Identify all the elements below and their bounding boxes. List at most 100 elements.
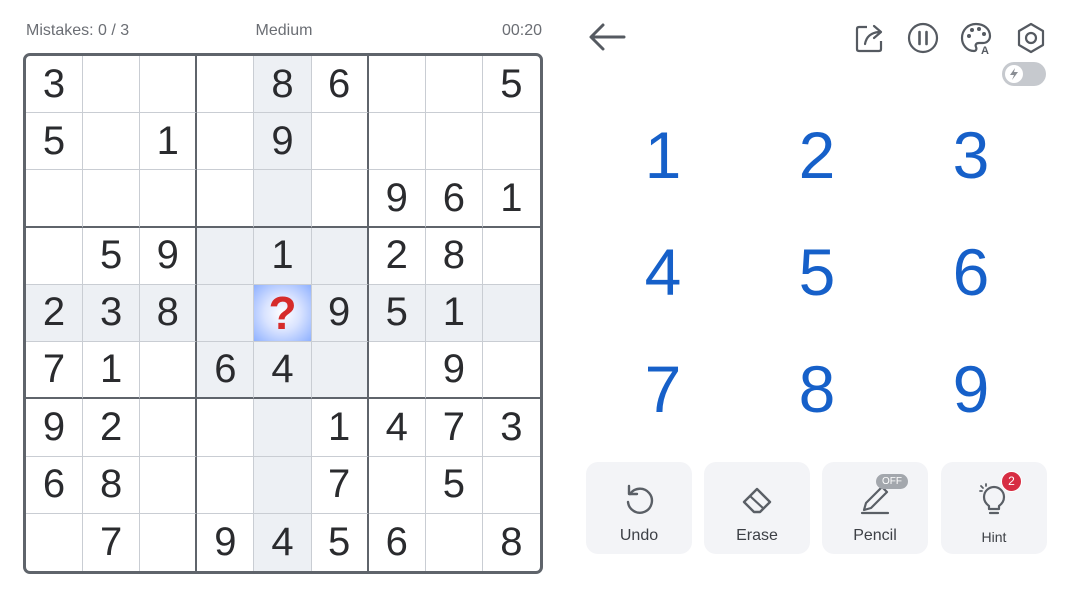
sudoku-cell[interactable] bbox=[26, 170, 84, 228]
sudoku-cell[interactable]: 2 bbox=[26, 284, 84, 343]
sudoku-cell[interactable]: 1 bbox=[140, 113, 198, 171]
sudoku-cell[interactable] bbox=[426, 513, 483, 571]
sudoku-cell[interactable] bbox=[197, 56, 255, 114]
sudoku-cell[interactable] bbox=[311, 170, 369, 228]
sudoku-cell[interactable]: 3 bbox=[26, 56, 84, 114]
sudoku-cell[interactable] bbox=[140, 342, 198, 400]
sudoku-cell[interactable] bbox=[368, 56, 426, 114]
sudoku-cell[interactable]: 4 bbox=[254, 342, 312, 400]
sudoku-cell[interactable] bbox=[197, 227, 255, 285]
sudoku-cell[interactable]: 7 bbox=[425, 399, 483, 457]
number-button-7[interactable]: 7 bbox=[586, 330, 740, 447]
sudoku-cell[interactable] bbox=[83, 170, 141, 228]
sudoku-cell[interactable]: 9 bbox=[26, 399, 84, 457]
number-button-8[interactable]: 8 bbox=[740, 330, 894, 447]
sudoku-cell[interactable] bbox=[26, 227, 84, 285]
sudoku-cell[interactable]: 8 bbox=[425, 227, 483, 285]
sudoku-cell[interactable]: 3 bbox=[482, 399, 540, 457]
sudoku-cell[interactable] bbox=[311, 227, 369, 285]
sudoku-cell[interactable] bbox=[140, 399, 198, 457]
sudoku-cell[interactable]: 5 bbox=[482, 56, 540, 114]
sudoku-cell[interactable]: 1 bbox=[254, 227, 312, 285]
sudoku-cell[interactable] bbox=[482, 342, 540, 400]
number-button-2[interactable]: 2 bbox=[740, 97, 894, 214]
sudoku-cell[interactable]: 2 bbox=[368, 227, 426, 285]
sudoku-cell[interactable]: 9 bbox=[311, 284, 369, 343]
sudoku-cell[interactable]: 8 bbox=[483, 514, 540, 571]
sudoku-cell[interactable] bbox=[197, 456, 255, 514]
sudoku-cell[interactable]: 8 bbox=[83, 456, 141, 514]
sudoku-cell[interactable]: 1 bbox=[482, 170, 540, 228]
sudoku-cell[interactable] bbox=[482, 284, 540, 343]
sudoku-cell[interactable]: 8 bbox=[254, 56, 312, 114]
speed-mode-toggle[interactable] bbox=[1002, 62, 1046, 86]
sudoku-cell[interactable] bbox=[254, 170, 312, 228]
sudoku-cell[interactable]: 7 bbox=[83, 513, 141, 571]
sudoku-cell[interactable] bbox=[368, 342, 426, 400]
back-button[interactable] bbox=[586, 20, 628, 54]
sudoku-cell[interactable]: 1 bbox=[311, 399, 369, 457]
sudoku-cell[interactable] bbox=[482, 228, 540, 285]
pencil-button[interactable]: OFF Pencil bbox=[822, 462, 928, 554]
share-button[interactable] bbox=[853, 21, 887, 55]
sudoku-cell[interactable]: 9 bbox=[140, 227, 198, 285]
sudoku-cell[interactable] bbox=[197, 284, 255, 343]
sudoku-cell[interactable]: 2 bbox=[83, 399, 141, 457]
sudoku-cell[interactable] bbox=[425, 56, 483, 114]
sudoku-cell[interactable] bbox=[197, 399, 255, 457]
number-button-1[interactable]: 1 bbox=[586, 97, 740, 214]
sudoku-cell[interactable] bbox=[83, 56, 141, 114]
pause-button[interactable] bbox=[906, 21, 940, 55]
sudoku-cell[interactable]: 1 bbox=[425, 284, 483, 343]
erase-button[interactable]: Erase bbox=[704, 462, 810, 554]
sudoku-cell[interactable]: 7 bbox=[311, 456, 369, 514]
sudoku-cell[interactable] bbox=[311, 342, 369, 400]
undo-button[interactable]: Undo bbox=[586, 462, 692, 554]
settings-button[interactable] bbox=[1014, 21, 1048, 55]
sudoku-cell[interactable]: 6 bbox=[311, 56, 369, 114]
sudoku-cell[interactable] bbox=[140, 456, 198, 514]
sudoku-cell[interactable] bbox=[140, 513, 198, 571]
sudoku-cell[interactable]: 3 bbox=[83, 284, 141, 343]
sudoku-cell[interactable] bbox=[197, 113, 255, 171]
sudoku-cell[interactable] bbox=[254, 456, 312, 514]
sudoku-cell[interactable]: 5 bbox=[368, 284, 426, 343]
sudoku-cell[interactable]: 4 bbox=[254, 513, 312, 571]
sudoku-cell[interactable]: 6 bbox=[26, 456, 84, 514]
sudoku-cell[interactable] bbox=[482, 457, 540, 514]
sudoku-cell[interactable]: 9 bbox=[425, 342, 483, 400]
sudoku-cell[interactable] bbox=[140, 170, 198, 228]
sudoku-cell[interactable]: 9 bbox=[254, 113, 312, 171]
number-button-6[interactable]: 6 bbox=[894, 214, 1048, 331]
sudoku-cell[interactable]: 7 bbox=[26, 342, 84, 400]
sudoku-cell[interactable] bbox=[368, 456, 426, 514]
number-button-5[interactable]: 5 bbox=[740, 214, 894, 331]
sudoku-cell[interactable]: 5 bbox=[26, 113, 84, 171]
hint-button[interactable]: 2 Hint bbox=[941, 462, 1047, 554]
sudoku-cell[interactable]: 1 bbox=[83, 342, 141, 400]
sudoku-cell[interactable] bbox=[140, 56, 198, 114]
sudoku-cell[interactable]: 6 bbox=[425, 170, 483, 228]
number-button-9[interactable]: 9 bbox=[894, 330, 1048, 447]
sudoku-cell[interactable]: 6 bbox=[197, 342, 255, 400]
sudoku-cell[interactable] bbox=[83, 113, 141, 171]
number-button-4[interactable]: 4 bbox=[586, 214, 740, 331]
sudoku-cell[interactable] bbox=[425, 113, 483, 171]
sudoku-cell[interactable] bbox=[311, 113, 369, 171]
sudoku-cell[interactable]: 5 bbox=[312, 513, 369, 571]
sudoku-cell[interactable]: 9 bbox=[197, 513, 255, 571]
sudoku-cell[interactable]: 8 bbox=[140, 284, 198, 343]
sudoku-cell[interactable]: 5 bbox=[83, 227, 141, 285]
number-button-3[interactable]: 3 bbox=[894, 97, 1048, 214]
sudoku-cell[interactable]: 4 bbox=[368, 399, 426, 457]
sudoku-cell[interactable]: 5 bbox=[425, 456, 483, 514]
sudoku-cell[interactable] bbox=[254, 399, 312, 457]
sudoku-cell[interactable]: 9 bbox=[368, 170, 426, 228]
theme-button[interactable]: A bbox=[959, 21, 993, 57]
sudoku-cell[interactable] bbox=[368, 113, 426, 171]
sudoku-cell[interactable]: 6 bbox=[369, 513, 426, 571]
sudoku-cell[interactable] bbox=[482, 113, 540, 171]
selected-cell[interactable]: ? bbox=[254, 284, 312, 343]
sudoku-cell[interactable] bbox=[26, 513, 84, 571]
sudoku-cell[interactable] bbox=[197, 170, 255, 228]
